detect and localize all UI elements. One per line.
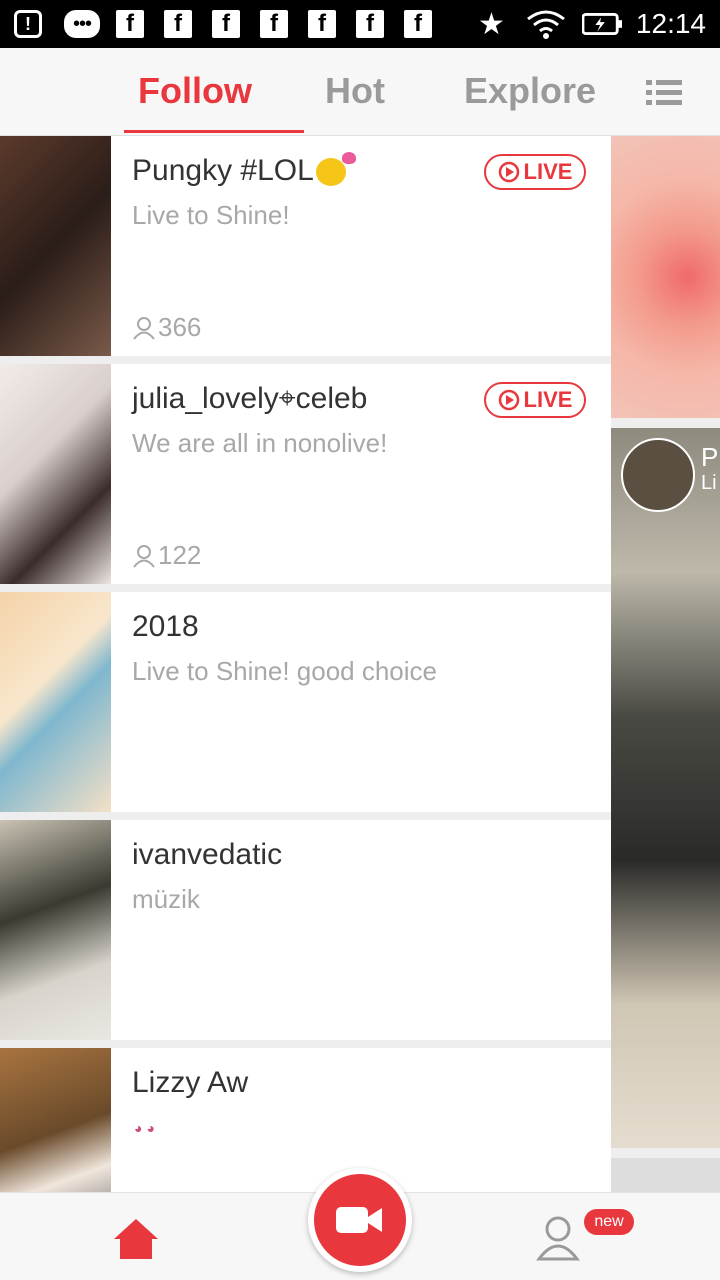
preview-card[interactable] — [611, 136, 720, 418]
camera-icon — [314, 1174, 406, 1266]
user-status: Live to Shine! — [132, 200, 290, 230]
avatar — [0, 1048, 111, 1192]
live-badge[interactable]: LIVE — [484, 382, 586, 418]
tab-hot[interactable]: Hot — [325, 70, 385, 112]
viewer-count: 366 — [132, 312, 201, 343]
avatar — [0, 820, 111, 1040]
play-icon — [498, 161, 519, 183]
clock: 12:14 — [635, 8, 706, 39]
play-icon — [498, 389, 519, 411]
preview-card[interactable] — [611, 1158, 720, 1192]
tab-follow[interactable]: Follow — [138, 70, 252, 112]
profile-icon[interactable] — [536, 1215, 580, 1261]
user-name: ivanvedatic — [132, 838, 283, 871]
viewer-count: 122 — [132, 540, 201, 571]
facebook-icon: f — [260, 10, 288, 38]
list-item[interactable]: Pungky #LOL Live to Shine! 366 LIVE — [0, 136, 611, 356]
top-nav: Follow Hot Explore — [0, 48, 720, 136]
wifi-icon — [526, 10, 566, 39]
live-badge[interactable]: LIVE — [484, 154, 586, 190]
user-status: müzik — [132, 884, 200, 914]
side-preview-panel[interactable]: P Li — [611, 136, 720, 1192]
preview-subtitle: Li — [701, 472, 717, 494]
list-item[interactable]: Lizzy Aw ◕◕ — [0, 1048, 611, 1192]
avatar — [0, 364, 111, 584]
user-status: We are all in nonolive! — [132, 428, 388, 458]
facebook-icon: f — [212, 10, 240, 38]
avatar — [0, 592, 111, 812]
avatar — [621, 438, 695, 512]
user-name: Pungky #LOL — [132, 152, 356, 188]
active-tab-indicator — [124, 130, 304, 133]
home-icon[interactable] — [112, 1217, 160, 1261]
viewer-icon — [133, 316, 155, 340]
tab-explore[interactable]: Explore — [464, 70, 596, 112]
status-bar: ! ••• f f f f f f f ★ 12:14 — [0, 0, 720, 48]
list-item[interactable]: 2018 Live to Shine! good choice — [0, 592, 611, 812]
chat-icon: ••• — [64, 10, 100, 38]
facebook-icon: f — [356, 10, 384, 38]
preview-card[interactable]: P Li — [611, 428, 720, 1148]
new-badge: new — [584, 1209, 634, 1235]
user-name: 2018 — [132, 610, 199, 643]
alert-icon: ! — [14, 10, 42, 38]
follow-list[interactable]: Pungky #LOL Live to Shine! 366 LIVE juli… — [0, 136, 611, 1192]
battery-icon — [582, 10, 622, 38]
star-icon: ★ — [478, 7, 505, 41]
avatar — [0, 136, 111, 356]
list-menu-icon[interactable] — [646, 80, 682, 106]
user-status: Live to Shine! good choice — [132, 656, 437, 686]
facebook-icon: f — [116, 10, 144, 38]
list-item[interactable]: julia_lovely⌖celeb We are all in nonoliv… — [0, 364, 611, 584]
user-name: julia_lovely⌖celeb — [132, 382, 368, 415]
go-live-button[interactable] — [308, 1168, 412, 1272]
user-name: Lizzy Aw — [132, 1066, 249, 1099]
facebook-icon: f — [404, 10, 432, 38]
kiss-emoji-icon — [315, 152, 356, 187]
viewer-icon — [133, 544, 155, 568]
eyes-emoji-icon: ◕◕ — [134, 1120, 159, 1136]
list-item[interactable]: ivanvedatic müzik — [0, 820, 611, 1040]
facebook-icon: f — [308, 10, 336, 38]
facebook-icon: f — [164, 10, 192, 38]
preview-name: P — [701, 442, 719, 472]
